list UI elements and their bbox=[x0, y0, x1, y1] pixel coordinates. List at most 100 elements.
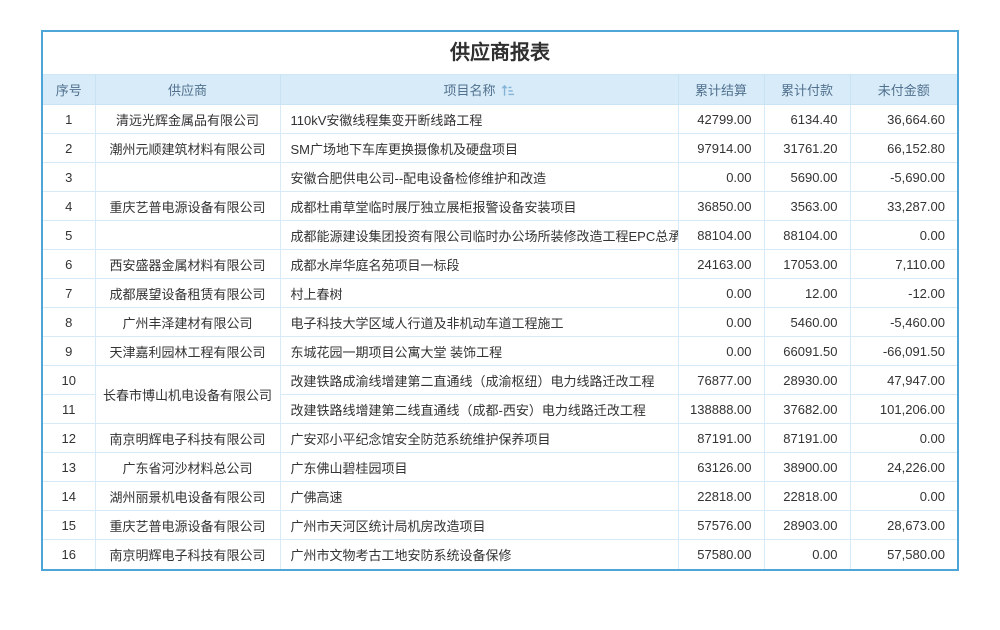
unpaid-amount-cell: -12.00 bbox=[850, 279, 957, 308]
unpaid-amount-cell: 0.00 bbox=[850, 424, 957, 453]
table-row: 10长春市博山机电设备有限公司改建铁路成渝线增建第二直通线（成渝枢纽）电力线路迁… bbox=[43, 366, 957, 395]
supplier-link-cell[interactable]: 广州丰泽建材有限公司 bbox=[95, 308, 280, 337]
project-link-cell[interactable]: 广东佛山碧桂园项目 bbox=[280, 453, 678, 482]
table-row: 3安徽合肥供电公司--配电设备检修维护和改造0.005690.00-5,690.… bbox=[43, 163, 957, 192]
settled-amount-cell[interactable]: 42799.00 bbox=[678, 105, 764, 134]
supplier-report-panel: 供应商报表 序号 供应商 项目名称 累计结算 累计付款 未付金额 1清远光辉金属… bbox=[41, 30, 959, 571]
row-number-cell: 15 bbox=[43, 511, 95, 540]
paid-amount-cell[interactable]: 28930.00 bbox=[764, 366, 850, 395]
paid-amount-cell[interactable]: 0.00 bbox=[764, 540, 850, 569]
table-row: 9天津嘉利园林工程有限公司东城花园一期项目公寓大堂 装饰工程0.0066091.… bbox=[43, 337, 957, 366]
settled-amount-cell[interactable]: 57580.00 bbox=[678, 540, 764, 569]
paid-amount-cell[interactable]: 87191.00 bbox=[764, 424, 850, 453]
project-link-cell[interactable]: 村上春树 bbox=[280, 279, 678, 308]
page-title: 供应商报表 bbox=[43, 32, 957, 74]
supplier-link-cell[interactable]: 成都展望设备租赁有限公司 bbox=[95, 279, 280, 308]
row-number-cell: 9 bbox=[43, 337, 95, 366]
supplier-link-cell[interactable]: 重庆艺普电源设备有限公司 bbox=[95, 192, 280, 221]
paid-amount-cell[interactable]: 28903.00 bbox=[764, 511, 850, 540]
sort-icon[interactable] bbox=[501, 84, 515, 100]
settled-amount-cell[interactable]: 97914.00 bbox=[678, 134, 764, 163]
row-number-cell: 11 bbox=[43, 395, 95, 424]
supplier-link-cell[interactable]: 湖州丽景机电设备有限公司 bbox=[95, 482, 280, 511]
supplier-link-cell[interactable]: 南京明辉电子科技有限公司 bbox=[95, 424, 280, 453]
table-row: 2潮州元顺建筑材料有限公司SM广场地下车库更换摄像机及硬盘项目97914.003… bbox=[43, 134, 957, 163]
supplier-report-table: 序号 供应商 项目名称 累计结算 累计付款 未付金额 1清远光辉金属品有限公司1… bbox=[43, 74, 957, 569]
paid-amount-cell[interactable]: 66091.50 bbox=[764, 337, 850, 366]
paid-amount-cell[interactable]: 38900.00 bbox=[764, 453, 850, 482]
table-row: 7成都展望设备租赁有限公司村上春树0.0012.00-12.00 bbox=[43, 279, 957, 308]
settled-amount-cell[interactable]: 0.00 bbox=[678, 163, 764, 192]
supplier-link-cell[interactable]: 重庆艺普电源设备有限公司 bbox=[95, 511, 280, 540]
supplier-link-cell[interactable]: 清远光辉金属品有限公司 bbox=[95, 105, 280, 134]
settled-amount-cell[interactable]: 63126.00 bbox=[678, 453, 764, 482]
settled-amount-cell[interactable]: 88104.00 bbox=[678, 221, 764, 250]
supplier-link-cell bbox=[95, 221, 280, 250]
project-link-cell[interactable]: 东城花园一期项目公寓大堂 装饰工程 bbox=[280, 337, 678, 366]
supplier-link-cell[interactable]: 长春市博山机电设备有限公司 bbox=[95, 366, 280, 424]
project-link-cell[interactable]: 成都水岸华庭名苑项目一标段 bbox=[280, 250, 678, 279]
project-link-cell[interactable]: 广安邓小平纪念馆安全防范系统维护保养项目 bbox=[280, 424, 678, 453]
settled-amount-cell[interactable]: 0.00 bbox=[678, 308, 764, 337]
paid-amount-cell[interactable]: 6134.40 bbox=[764, 105, 850, 134]
row-number-cell: 5 bbox=[43, 221, 95, 250]
settled-amount-cell[interactable]: 24163.00 bbox=[678, 250, 764, 279]
unpaid-amount-cell: 66,152.80 bbox=[850, 134, 957, 163]
supplier-link-cell[interactable]: 南京明辉电子科技有限公司 bbox=[95, 540, 280, 569]
paid-amount-cell[interactable]: 88104.00 bbox=[764, 221, 850, 250]
project-link-cell[interactable]: 广州市天河区统计局机房改造项目 bbox=[280, 511, 678, 540]
project-link-cell[interactable]: 电子科技大学区域人行道及非机动车道工程施工 bbox=[280, 308, 678, 337]
unpaid-amount-cell: 101,206.00 bbox=[850, 395, 957, 424]
supplier-link-cell[interactable]: 广东省河沙材料总公司 bbox=[95, 453, 280, 482]
table-row: 5成都能源建设集团投资有限公司临时办公场所装修改造工程EPC总承包88104.0… bbox=[43, 221, 957, 250]
project-link-cell[interactable]: 广佛高速 bbox=[280, 482, 678, 511]
column-header-settled: 累计结算 bbox=[678, 75, 764, 105]
paid-amount-cell[interactable]: 5690.00 bbox=[764, 163, 850, 192]
paid-amount-cell[interactable]: 5460.00 bbox=[764, 308, 850, 337]
project-link-cell[interactable]: 改建铁路成渝线增建第二直通线（成渝枢纽）电力线路迁改工程 bbox=[280, 366, 678, 395]
project-link-cell[interactable]: 安徽合肥供电公司--配电设备检修维护和改造 bbox=[280, 163, 678, 192]
settled-amount-cell[interactable]: 87191.00 bbox=[678, 424, 764, 453]
project-link-cell[interactable]: 广州市文物考古工地安防系统设备保修 bbox=[280, 540, 678, 569]
table-row: 14湖州丽景机电设备有限公司广佛高速22818.0022818.000.00 bbox=[43, 482, 957, 511]
supplier-link-cell[interactable]: 潮州元顺建筑材料有限公司 bbox=[95, 134, 280, 163]
settled-amount-cell[interactable]: 36850.00 bbox=[678, 192, 764, 221]
paid-amount-cell[interactable]: 3563.00 bbox=[764, 192, 850, 221]
settled-amount-cell[interactable]: 138888.00 bbox=[678, 395, 764, 424]
table-header: 序号 供应商 项目名称 累计结算 累计付款 未付金额 bbox=[43, 75, 957, 105]
project-link-cell[interactable]: 110kV安徽线程集变开断线路工程 bbox=[280, 105, 678, 134]
row-number-cell: 3 bbox=[43, 163, 95, 192]
unpaid-amount-cell: 24,226.00 bbox=[850, 453, 957, 482]
column-header-supplier: 供应商 bbox=[95, 75, 280, 105]
paid-amount-cell[interactable]: 17053.00 bbox=[764, 250, 850, 279]
unpaid-amount-cell: 36,664.60 bbox=[850, 105, 957, 134]
row-number-cell: 10 bbox=[43, 366, 95, 395]
row-number-cell: 1 bbox=[43, 105, 95, 134]
project-link-cell[interactable]: 成都能源建设集团投资有限公司临时办公场所装修改造工程EPC总承包 bbox=[280, 221, 678, 250]
settled-amount-cell[interactable]: 0.00 bbox=[678, 279, 764, 308]
paid-amount-cell[interactable]: 31761.20 bbox=[764, 134, 850, 163]
settled-amount-cell[interactable]: 0.00 bbox=[678, 337, 764, 366]
row-number-cell: 2 bbox=[43, 134, 95, 163]
paid-amount-cell[interactable]: 22818.00 bbox=[764, 482, 850, 511]
unpaid-amount-cell: 47,947.00 bbox=[850, 366, 957, 395]
row-number-cell: 8 bbox=[43, 308, 95, 337]
settled-amount-cell[interactable]: 76877.00 bbox=[678, 366, 764, 395]
settled-amount-cell[interactable]: 57576.00 bbox=[678, 511, 764, 540]
paid-amount-cell[interactable]: 12.00 bbox=[764, 279, 850, 308]
project-link-cell[interactable]: SM广场地下车库更换摄像机及硬盘项目 bbox=[280, 134, 678, 163]
project-link-cell[interactable]: 成都杜甫草堂临时展厅独立展柜报警设备安装项目 bbox=[280, 192, 678, 221]
paid-amount-cell[interactable]: 37682.00 bbox=[764, 395, 850, 424]
column-header-project[interactable]: 项目名称 bbox=[280, 75, 678, 105]
supplier-link-cell[interactable]: 天津嘉利园林工程有限公司 bbox=[95, 337, 280, 366]
column-header-paid: 累计付款 bbox=[764, 75, 850, 105]
project-link-cell[interactable]: 改建铁路线增建第二线直通线（成都-西安）电力线路迁改工程 bbox=[280, 395, 678, 424]
table-row: 4重庆艺普电源设备有限公司成都杜甫草堂临时展厅独立展柜报警设备安装项目36850… bbox=[43, 192, 957, 221]
table-row: 1清远光辉金属品有限公司110kV安徽线程集变开断线路工程42799.00613… bbox=[43, 105, 957, 134]
row-number-cell: 14 bbox=[43, 482, 95, 511]
unpaid-amount-cell: 57,580.00 bbox=[850, 540, 957, 569]
supplier-link-cell[interactable]: 西安盛器金属材料有限公司 bbox=[95, 250, 280, 279]
settled-amount-cell[interactable]: 22818.00 bbox=[678, 482, 764, 511]
unpaid-amount-cell: 28,673.00 bbox=[850, 511, 957, 540]
table-body: 1清远光辉金属品有限公司110kV安徽线程集变开断线路工程42799.00613… bbox=[43, 105, 957, 569]
